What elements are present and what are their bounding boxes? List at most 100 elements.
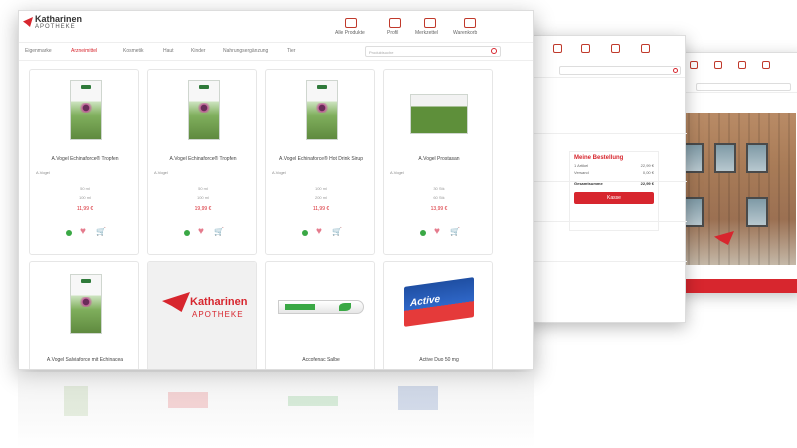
cart-icon[interactable] — [641, 44, 650, 53]
cart-icon[interactable]: 🛒 — [214, 228, 224, 236]
category-item[interactable]: Kosmetik — [123, 48, 144, 54]
search-input[interactable] — [559, 66, 681, 75]
package-size: 30 Stk — [433, 186, 445, 191]
order-summary: Meine Bestellung 1 Artikel 22,99 € Versa… — [569, 151, 659, 231]
product-card[interactable]: Accofenac Salbe — [265, 261, 375, 369]
search-input[interactable] — [696, 83, 791, 91]
brand-card[interactable]: Katharinen APOTHEKE — [147, 261, 257, 369]
product-name[interactable]: A.Vogel Prostasan — [386, 156, 492, 162]
heart-icon[interactable]: ♥ — [80, 227, 86, 237]
cart-icon[interactable]: 🛒 — [96, 228, 106, 236]
product-image[interactable] — [70, 274, 102, 334]
product-card[interactable]: A.Vogel Echinaforce® Hot Drink Sirup A.V… — [265, 69, 375, 255]
product-card[interactable]: A.Vogel Prostasan A.Vogel 30 Stk 60 Stk … — [383, 69, 493, 255]
user-icon[interactable] — [714, 61, 722, 69]
category-item[interactable]: Eigenmarke — [25, 48, 52, 54]
product-card[interactable]: A.Vogel Salviaforce mit Echinacea — [29, 261, 139, 369]
pharmacy-building-photo — [668, 113, 796, 265]
product-image[interactable] — [188, 80, 220, 140]
cart-icon[interactable]: 🛒 — [450, 228, 460, 236]
package-size: 200 ml — [314, 195, 327, 200]
product-brand: A.Vogel — [390, 170, 404, 175]
cart-icon[interactable] — [762, 61, 770, 69]
availability-dot — [66, 230, 72, 236]
floor-reflection — [18, 372, 534, 448]
summary-total: Gesamtsumme 22,99 € — [574, 181, 654, 186]
cart-icon[interactable]: 🛒 — [332, 228, 342, 236]
user-icon[interactable] — [581, 44, 590, 53]
nav-cart[interactable]: Warenkorb — [453, 30, 477, 36]
grid-icon[interactable] — [690, 61, 698, 69]
availability-dot — [302, 230, 308, 236]
category-item[interactable]: Nahrungsergänzung — [223, 48, 268, 54]
devices-mockup: Meine Bestellung 1 Artikel 22,99 € Versa… — [0, 0, 797, 448]
summary-line: Versand 0,00 € — [574, 170, 654, 175]
search-icon[interactable] — [673, 68, 678, 73]
product-price: 11,99 € — [312, 206, 330, 212]
brand-name: Katharinen — [190, 296, 248, 308]
heart-icon[interactable] — [424, 18, 436, 28]
logo-icon[interactable] — [23, 17, 33, 27]
category-item[interactable]: Kinder — [191, 48, 205, 54]
search-icon[interactable] — [491, 48, 497, 54]
product-name[interactable]: A.Vogel Echinaforce® Tropfen — [150, 156, 256, 162]
sign-logo-icon — [714, 231, 734, 245]
category-item-active[interactable]: Arzneimittel — [71, 48, 97, 54]
package-size: 100 ml — [78, 195, 91, 200]
brand-sub: APOTHEKE — [35, 24, 76, 30]
package-size: 100 ml — [196, 195, 209, 200]
product-name[interactable]: Active Duo 50 mg — [386, 357, 492, 364]
product-listing-screen: Katharinen APOTHEKE Alle Produkte Profil… — [18, 10, 534, 370]
product-image[interactable] — [70, 80, 102, 140]
availability-dot — [420, 230, 426, 236]
site-header: Katharinen APOTHEKE Alle Produkte Profil… — [19, 11, 533, 43]
cart-icon[interactable] — [464, 18, 476, 28]
package-size: 50 ml — [80, 186, 90, 191]
product-image[interactable] — [306, 80, 338, 140]
product-price: 11,99 € — [76, 206, 94, 212]
product-brand: A.Vogel — [272, 170, 286, 175]
package-size: 100 ml — [314, 186, 327, 191]
heart-icon[interactable] — [738, 61, 746, 69]
cart-header — [529, 36, 685, 78]
brand-name[interactable]: Katharinen — [35, 15, 82, 24]
product-image[interactable] — [278, 300, 364, 314]
product-name[interactable]: A.Vogel Echinaforce® Hot Drink Sirup — [268, 156, 374, 162]
nav-all-products[interactable]: Alle Produkte — [335, 30, 365, 36]
availability-dot — [184, 230, 190, 236]
brand-tile: Katharinen APOTHEKE — [148, 262, 256, 369]
heart-icon[interactable] — [611, 44, 620, 53]
product-price: 19,99 € — [194, 206, 212, 212]
brand-sub: APOTHEKE — [192, 310, 244, 319]
package-size: 60 Stk — [433, 195, 445, 200]
logo-icon — [162, 292, 190, 312]
cart-screen: Meine Bestellung 1 Artikel 22,99 € Versa… — [528, 35, 687, 323]
nav-profile[interactable]: Profil — [387, 30, 398, 36]
product-price: 13,99 € — [430, 206, 448, 212]
heart-icon[interactable]: ♥ — [434, 227, 440, 237]
nav-wishlist[interactable]: Merkzettel — [415, 30, 438, 36]
product-name[interactable]: A.Vogel Echinaforce® Tropfen — [32, 156, 138, 162]
product-image[interactable] — [410, 94, 468, 134]
product-card[interactable]: A.Vogel Echinaforce® Tropfen A.Vogel 50 … — [147, 69, 257, 255]
package-size: 50 ml — [198, 186, 208, 191]
product-brand: A.Vogel — [154, 170, 168, 175]
grid-icon[interactable] — [345, 18, 357, 28]
product-card[interactable]: Active Active Duo 50 mg — [383, 261, 493, 369]
search-input[interactable]: Produktsuche — [365, 46, 501, 57]
summary-title: Meine Bestellung — [574, 155, 624, 161]
user-icon[interactable] — [389, 18, 401, 28]
category-bar: Eigenmarke Arzneimittel Kosmetik Haut Ki… — [19, 43, 533, 61]
summary-line: 1 Artikel 22,99 € — [574, 163, 654, 168]
product-image[interactable]: Active — [404, 277, 474, 327]
category-item[interactable]: Tier — [287, 48, 295, 54]
heart-icon[interactable]: ♥ — [198, 227, 204, 237]
heart-icon[interactable]: ♥ — [316, 227, 322, 237]
checkout-button[interactable]: Kasse — [574, 192, 654, 204]
product-card[interactable]: A.Vogel Echinaforce® Tropfen A.Vogel 50 … — [29, 69, 139, 255]
product-name[interactable]: A.Vogel Salviaforce mit Echinacea — [32, 357, 138, 364]
product-brand: A.Vogel — [36, 170, 50, 175]
grid-icon[interactable] — [553, 44, 562, 53]
category-item[interactable]: Haut — [163, 48, 174, 54]
product-name[interactable]: Accofenac Salbe — [268, 357, 374, 364]
